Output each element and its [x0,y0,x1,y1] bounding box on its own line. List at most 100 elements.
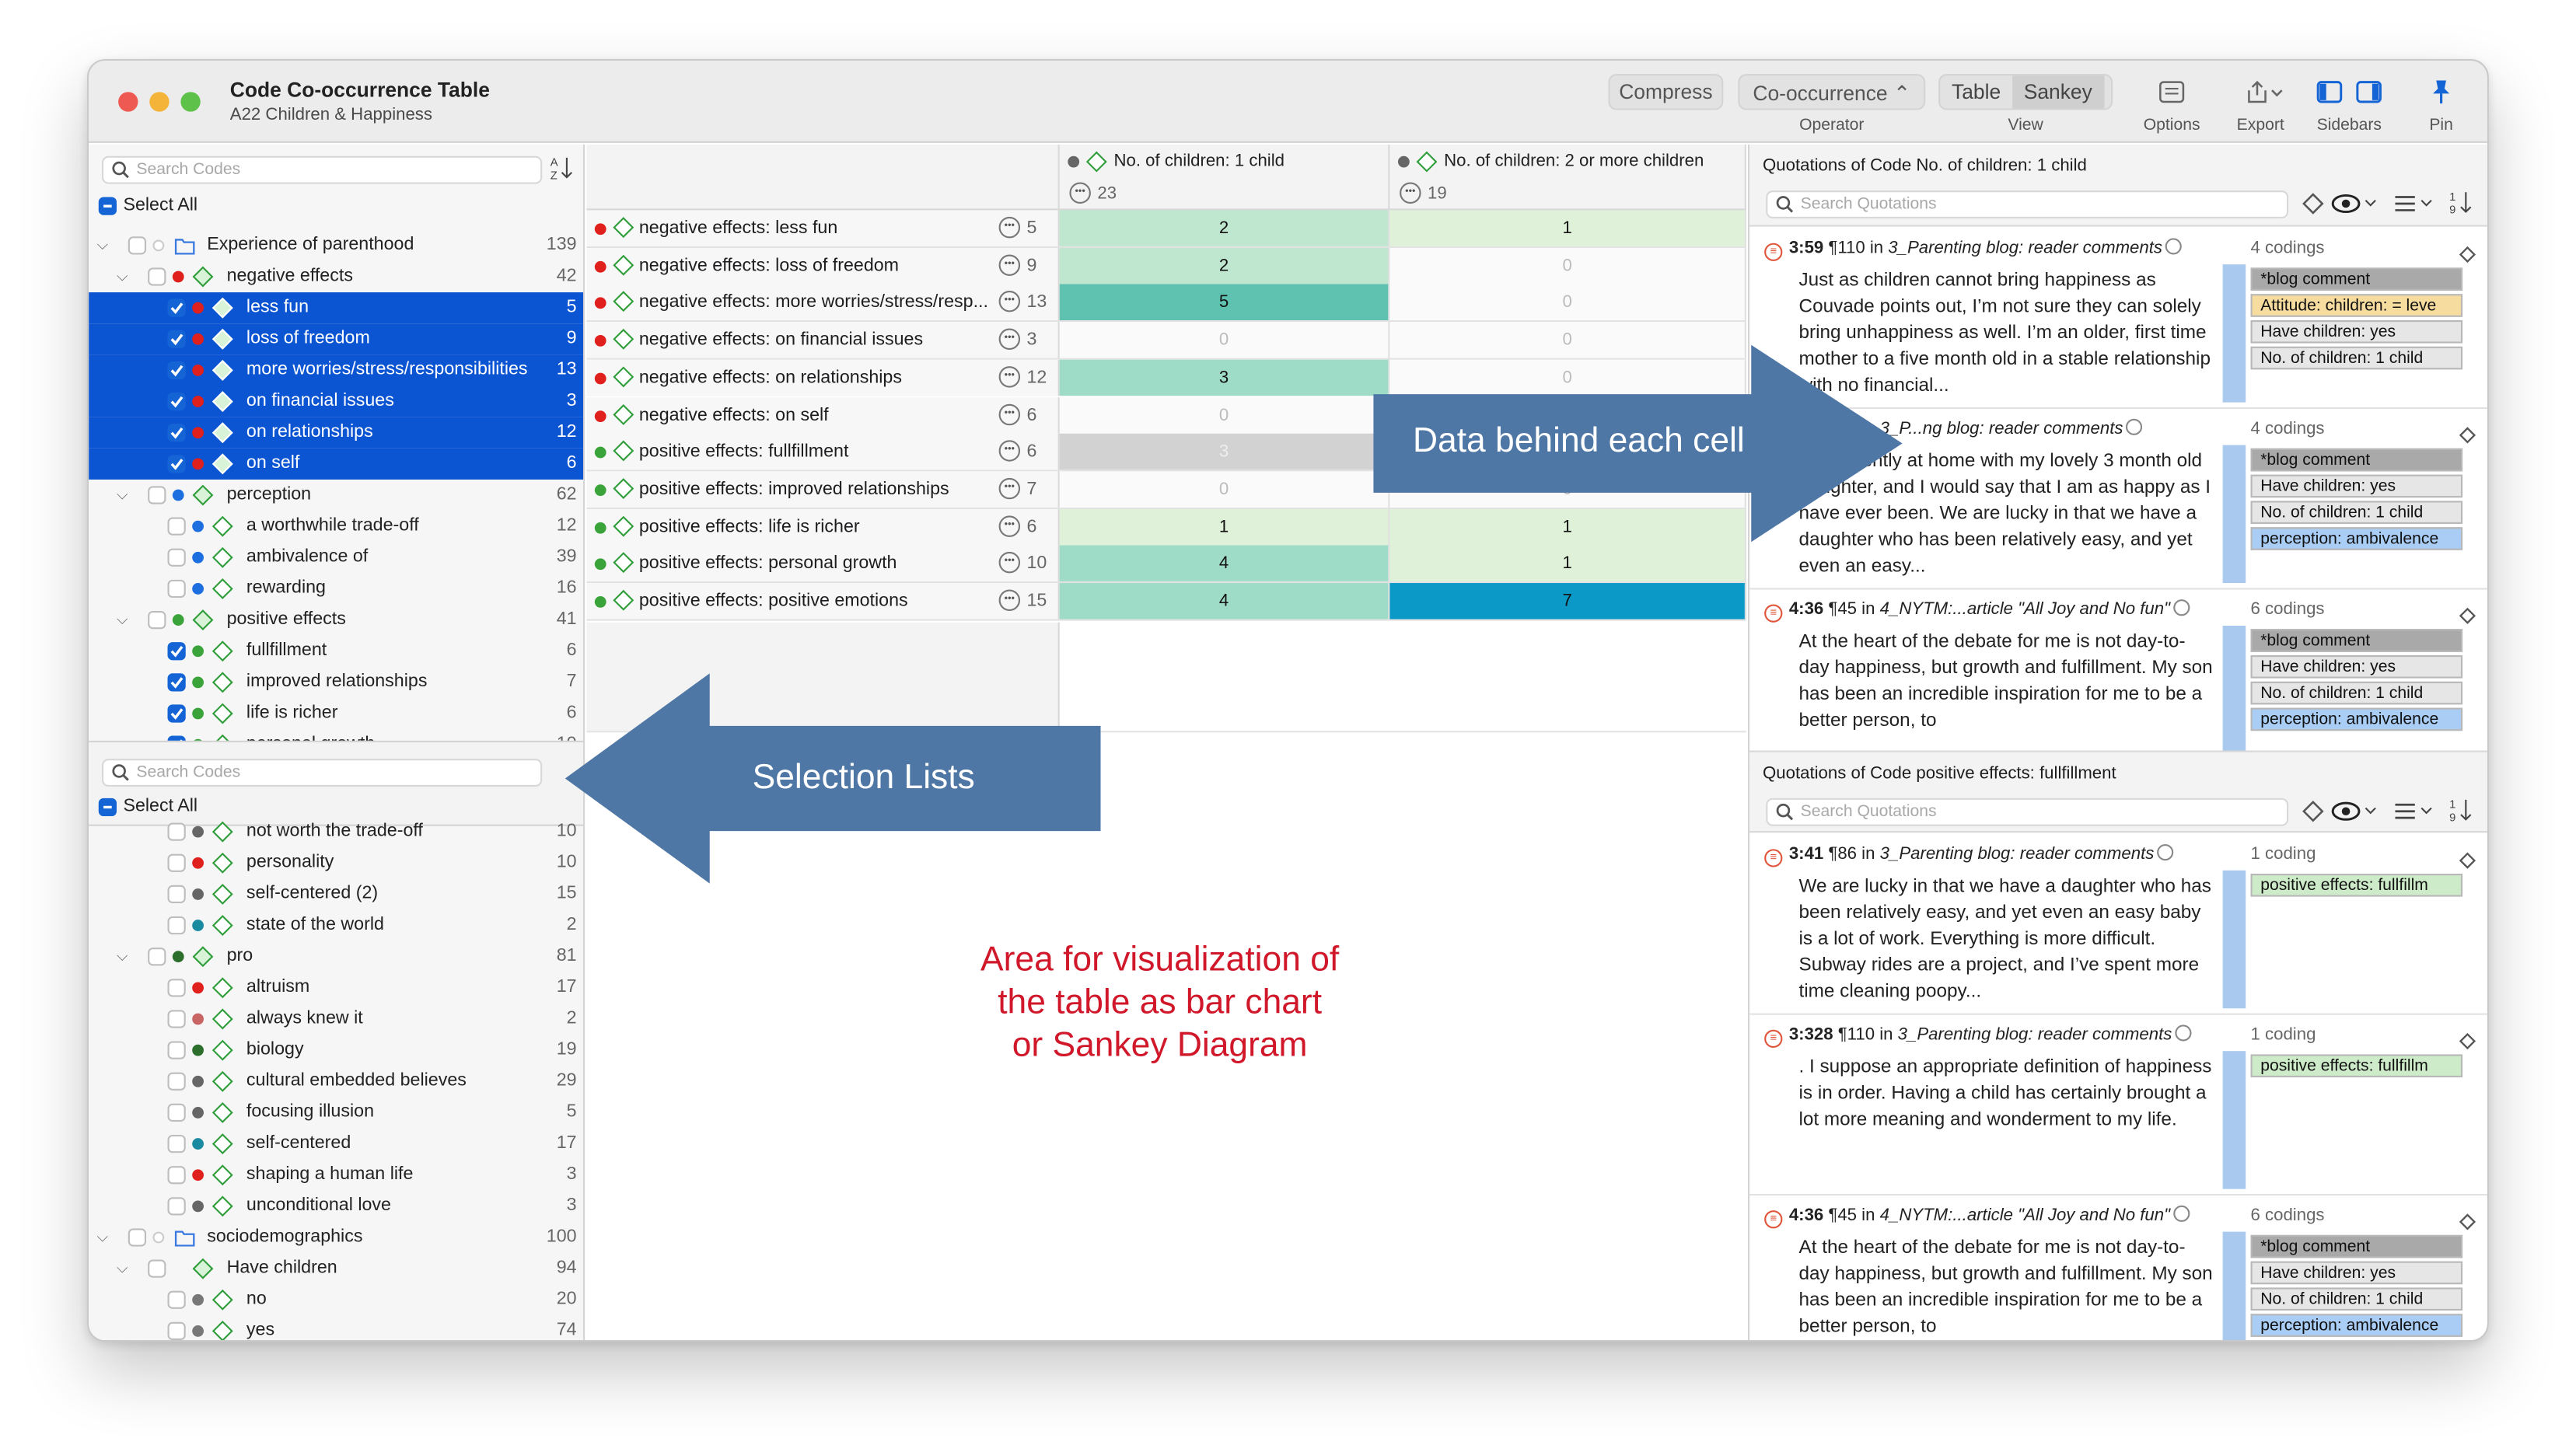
code-tag[interactable]: Attitude: children: = leve [2250,294,2463,317]
column-header-2-or-more[interactable]: No. of children: 2 or more children ••• … [1389,144,1746,211]
code-checkbox[interactable] [167,579,186,599]
sort-icon[interactable]: 19 [2449,797,2473,831]
table-cell[interactable]: 2 [1059,210,1390,246]
eye-icon[interactable] [2331,192,2377,223]
tree-row[interactable]: self-centered 17 [89,1128,583,1159]
code-tag[interactable]: No. of children: 1 child [2250,346,2463,370]
select-all-toggle[interactable]: Select All [98,195,197,215]
code-checkbox[interactable] [148,267,166,286]
code-checkbox[interactable] [148,1259,166,1278]
code-checkbox[interactable] [167,1010,186,1028]
code-checkbox[interactable] [167,517,186,536]
open-document-icon[interactable] [2173,1205,2190,1222]
code-checkbox[interactable] [167,916,186,935]
tree-row[interactable]: loss of freedom 9 [89,323,584,355]
tree-row[interactable]: altruism 17 [89,972,583,1003]
chevron-down-icon[interactable]: ⌵ [97,1228,108,1246]
table-row[interactable]: negative effects: less fun ••• 5 2 1 [586,210,1746,248]
code-tag[interactable]: No. of children: 1 child [2250,681,2463,705]
code-tag[interactable]: *blog comment [2250,267,2463,291]
code-tag[interactable]: positive effects: fullfillm [2250,874,2463,897]
chevron-down-icon[interactable]: ⌵ [117,267,128,285]
row-header[interactable]: negative effects: on financial issues •••… [586,322,1060,358]
row-header[interactable]: negative effects: on relationships ••• 12 [586,359,1060,396]
table-row[interactable]: positive effects: personal growth ••• 10 4 1 [586,546,1746,584]
minimize-window-button[interactable] [149,92,170,112]
chevron-down-icon[interactable]: ⌵ [117,486,128,504]
open-document-icon[interactable] [2165,238,2183,255]
tree-row[interactable]: ambivalence of 39 [89,542,583,573]
code-checkbox[interactable] [167,979,186,997]
code-tag[interactable]: No. of children: 1 child [2250,1287,2463,1311]
select-all-checkbox[interactable] [98,196,117,215]
table-cell[interactable]: 4 [1059,583,1390,620]
code-tag[interactable]: *blog comment [2250,629,2463,652]
tree-row[interactable]: no 20 [89,1284,583,1315]
code-checkbox[interactable] [167,330,186,348]
sort-icon[interactable]: 19 [2449,189,2473,223]
tree-row[interactable]: improved relationships 7 [89,667,583,698]
code-checkbox[interactable] [167,1290,186,1309]
tree-row[interactable]: focusing illusion 5 [89,1097,583,1128]
code-tag[interactable]: positive effects: fullfillm [2250,1054,2463,1077]
tree-row[interactable]: on self 6 [89,448,584,480]
code-checkbox[interactable] [167,548,186,567]
tree-row[interactable]: ⌵ perception 62 [89,480,583,511]
open-document-icon[interactable] [2126,418,2143,435]
tree-row[interactable]: self-centered (2) 15 [89,878,583,909]
table-cell[interactable]: 1 [1059,508,1390,545]
pin-icon[interactable] [2424,77,2457,106]
code-tag[interactable]: Have children: yes [2250,1261,2463,1285]
tree-row[interactable]: not worth the trade-off 10 [89,816,583,847]
row-header[interactable]: positive effects: improved relationships… [586,471,1060,508]
tree-row[interactable]: ⌵ pro 81 [89,941,583,972]
code-tag[interactable]: *blog comment [2250,448,2463,472]
code-checkbox[interactable] [167,1321,186,1341]
tree-row[interactable]: cultural embedded believes 29 [89,1066,583,1097]
tree-row[interactable]: ⌵ Experience of parenthood 139 [89,230,583,261]
options-icon[interactable] [2155,77,2188,106]
quotation-card[interactable]: ≡ 3:328 ¶110 in 3_Parenting blog: reader … [1749,1015,2487,1196]
table-cell[interactable]: 3 [1059,359,1390,396]
select-all-checkbox-2[interactable] [98,797,117,816]
open-document-icon[interactable] [2173,599,2190,616]
eye-icon[interactable] [2331,800,2377,831]
code-checkbox[interactable] [167,704,186,723]
tree-row[interactable]: ⌵ positive effects 41 [89,605,583,636]
view-table-tab[interactable]: Table [1940,75,2012,108]
table-cell[interactable]: 5 [1059,284,1390,321]
zoom-window-button[interactable] [180,92,201,112]
quotation-search-input-2[interactable]: Search Quotations [1766,798,2289,826]
quotation-card[interactable]: ≡ 3:41 ¶86 in 3_Parenting blog: reader co… [1749,834,2487,1015]
quotation-card[interactable]: ≡ 4:36 ¶45 in 4_NYTM:...article "All Joy … [1749,1195,2487,1341]
code-tag[interactable]: Have children: yes [2250,474,2463,498]
view-sankey-tab[interactable]: Sankey [2012,75,2104,109]
code-checkbox[interactable] [167,1103,186,1122]
column-header-1-child[interactable]: No. of children: 1 child ••• 23 [1059,144,1390,211]
select-all-toggle-2[interactable]: Select All [98,797,197,816]
table-row[interactable]: positive effects: positive emotions ••• 15… [586,583,1746,620]
code-checkbox[interactable] [167,642,186,661]
code-checkbox[interactable] [167,885,186,904]
tree-row[interactable]: rewarding 16 [89,573,583,604]
tree-row[interactable]: on relationships 12 [89,417,584,449]
chevron-down-icon[interactable]: ⌵ [117,948,128,965]
tree-row[interactable]: ⌵ sociodemographics 100 [89,1222,583,1253]
table-row[interactable]: negative effects: loss of freedom ••• 9 2 0 [586,247,1746,285]
code-tag[interactable]: perception: ambivalence [2250,707,2463,731]
table-cell[interactable]: 0 [1389,247,1746,284]
export-icon[interactable] [2241,77,2287,106]
tree-row[interactable]: shaping a human life 3 [89,1160,583,1191]
open-document-icon[interactable] [2157,843,2174,861]
code-checkbox[interactable] [167,1041,186,1059]
code-checkbox[interactable] [167,1197,186,1216]
chevron-down-icon[interactable]: ⌵ [117,611,128,629]
row-header[interactable]: positive effects: fullfillment ••• 6 [586,434,1060,470]
code-tag[interactable]: perception: ambivalence [2250,527,2463,550]
table-cell[interactable]: 0 [1059,322,1390,358]
code-checkbox[interactable] [167,853,186,872]
tree-row[interactable]: life is richer 6 [89,698,583,729]
code-checkbox[interactable] [148,948,166,966]
table-cell[interactable]: 0 [1389,284,1746,321]
table-cell[interactable]: 7 [1389,583,1746,620]
